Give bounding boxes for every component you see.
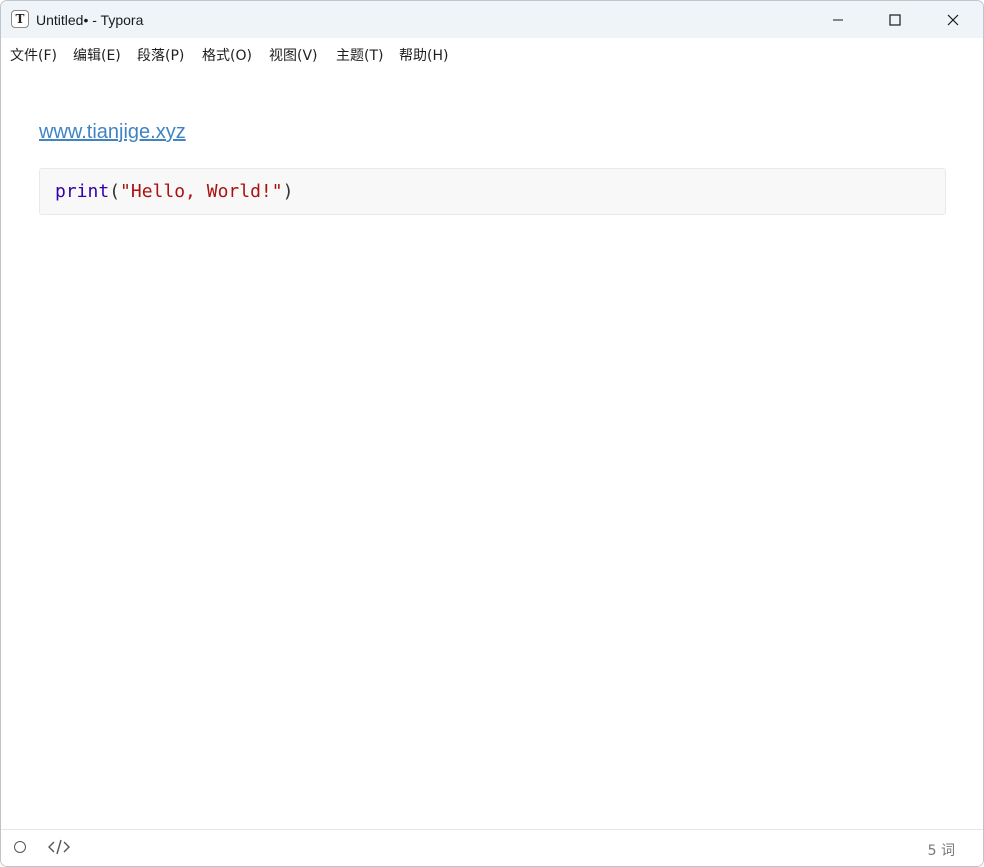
- menu-paragraph[interactable]: 段落(P): [137, 45, 184, 65]
- code-close-paren: ): [282, 181, 294, 202]
- menu-edit[interactable]: 编辑(E): [73, 45, 121, 65]
- menu-help[interactable]: 帮助(H): [399, 45, 448, 65]
- code-function-name: print: [55, 181, 110, 202]
- menu-theme[interactable]: 主题(T): [336, 45, 383, 65]
- menu-format[interactable]: 格式(O): [202, 45, 252, 65]
- menu-file[interactable]: 文件(F): [10, 45, 57, 65]
- code-string-literal: "Hello, World!": [120, 181, 283, 202]
- code-block[interactable]: print("Hello, World!"): [39, 168, 946, 215]
- circle-icon[interactable]: [14, 841, 26, 853]
- document-link[interactable]: www.tianjige.xyz: [39, 121, 186, 144]
- typora-logo-icon: T: [11, 10, 29, 28]
- status-bar: 5 词: [1, 829, 983, 866]
- title-bar[interactable]: T Untitled• - Typora: [1, 1, 983, 38]
- window-title: Untitled• - Typora: [36, 12, 144, 28]
- maximize-icon: [889, 13, 901, 26]
- menu-bar: 文件(F) 编辑(E) 段落(P) 格式(O) 视图(V) 主题(T) 帮助(H…: [1, 38, 983, 68]
- code-line: print("Hello, World!"): [55, 181, 293, 202]
- menu-view[interactable]: 视图(V): [269, 45, 318, 65]
- editor-area[interactable]: www.tianjige.xyz print("Hello, World!"): [1, 68, 983, 830]
- close-icon: [947, 14, 959, 25]
- maximize-button[interactable]: [866, 1, 924, 38]
- code-open-paren: (: [109, 181, 121, 202]
- minimize-button[interactable]: [809, 1, 867, 38]
- word-count[interactable]: 5 词: [928, 840, 955, 860]
- minimize-icon: [833, 19, 843, 20]
- app-window: T Untitled• - Typora 文件(F) 编辑(E) 段落(P) 格…: [0, 0, 984, 867]
- close-button[interactable]: [924, 1, 982, 38]
- code-icon[interactable]: [48, 839, 70, 855]
